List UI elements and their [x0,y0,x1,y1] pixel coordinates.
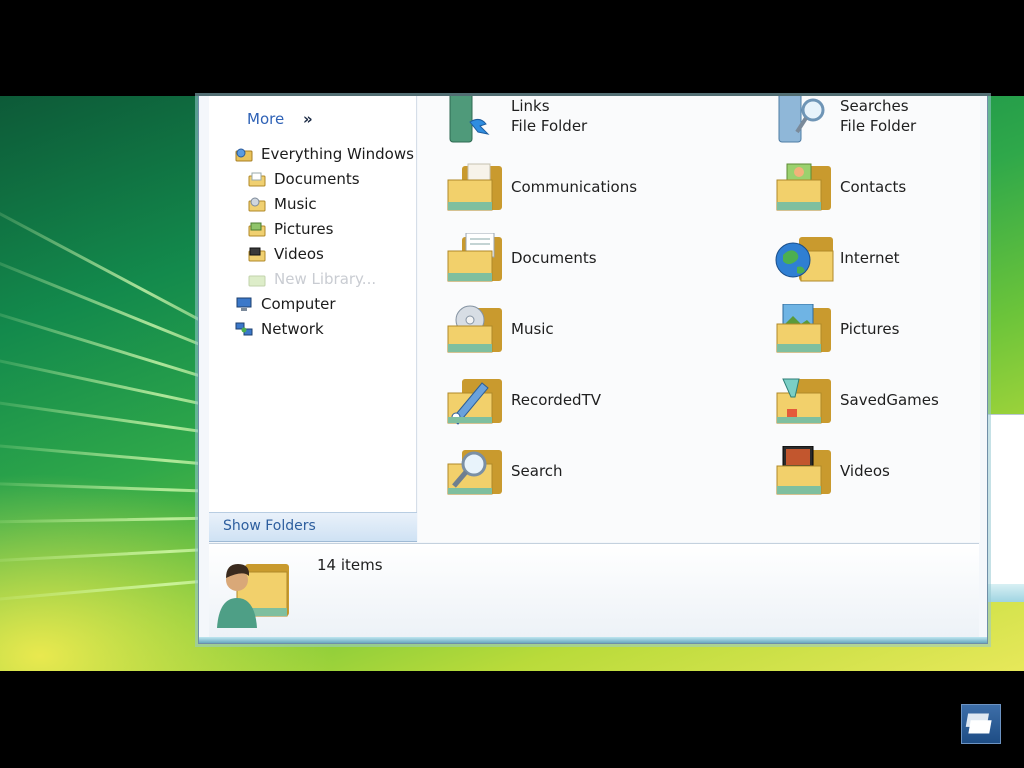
letterbox-top [0,0,1024,96]
file-item-searches[interactable]: Searches File Folder [775,96,987,152]
file-item-name: Links [511,97,550,115]
item-count: 14 items [317,556,383,574]
file-item-name: SavedGames [840,391,939,409]
file-item-internet[interactable]: Internet [775,233,987,293]
file-item-name: Music [511,320,554,338]
file-item-music[interactable]: Music [446,304,746,364]
communications-folder-icon [447,163,502,211]
search-folder-icon [447,450,502,495]
file-item-name: Search [511,462,563,480]
file-item-communications[interactable]: Communications [446,162,746,222]
nav-item-label: Computer [261,295,336,313]
pictures-folder-icon [776,304,831,353]
nav-item-label: Network [261,320,324,338]
file-item-search[interactable]: Search [446,446,746,506]
more-chevron-icon[interactable]: » [303,110,313,128]
contacts-folder-icon [776,163,831,211]
file-item-recordedtv[interactable]: RecordedTV [446,375,746,435]
file-item-videos[interactable]: Videos [775,446,987,506]
player-logo-icon[interactable] [961,704,1001,744]
new-library-icon [248,275,266,287]
documents-library-icon [248,172,266,187]
file-item-savedgames[interactable]: SavedGames [775,375,987,435]
file-item-name: Contacts [840,178,907,196]
nav-item-label: New Library... [274,270,377,288]
file-item-name: Communications [511,178,638,196]
file-item-name: Searches [840,97,909,115]
file-item-name: Videos [840,462,890,480]
nav-item-label: Music [274,195,317,213]
file-item-name: Pictures [840,320,900,338]
show-folders-label: Show Folders [223,518,316,534]
nav-item-label: Everything Windows [261,145,414,163]
letterbox-bottom [0,671,1024,768]
internet-folder-icon [775,237,834,282]
searches-folder-icon [778,96,825,143]
user-folder-icon [217,564,289,628]
file-item-name: Internet [840,249,900,267]
window-logo-icon [965,713,992,734]
nav-item-label: Documents [274,170,360,188]
navigation-pane: More » Everything Windows Documents Musi… [209,96,417,542]
file-item-type: File Folder [511,117,588,135]
music-library-icon [248,197,266,212]
recorded-tv-folder-icon [447,379,502,425]
pictures-library-icon [248,222,266,237]
file-item-documents[interactable]: Documents [446,233,746,293]
file-item-name: Documents [511,249,597,267]
file-item-contacts[interactable]: Contacts [775,162,987,222]
show-folders-button[interactable]: Show Folders [209,512,417,542]
nav-item-label: Pictures [274,220,334,238]
file-item-type: File Folder [840,117,917,135]
library-icon [235,148,253,162]
documents-folder-icon [447,233,502,282]
links-folder-icon [449,96,490,143]
computer-icon [236,297,252,311]
file-item-pictures[interactable]: Pictures [775,304,987,364]
file-item-name: RecordedTV [511,391,601,409]
explorer-window: More » Everything Windows Documents Musi… [198,96,988,644]
more-link[interactable]: More [247,110,284,128]
nav-item-label: Videos [274,245,324,263]
file-list-pane: Links File Folder Searches File Folder C… [418,96,980,542]
videos-library-icon [248,247,266,262]
saved-games-folder-icon [776,378,831,424]
music-folder-icon [447,305,502,353]
details-pane: 14 items [209,543,979,638]
network-icon [235,322,253,336]
file-item-links[interactable]: Links File Folder [446,96,746,152]
videos-folder-icon [776,446,831,495]
